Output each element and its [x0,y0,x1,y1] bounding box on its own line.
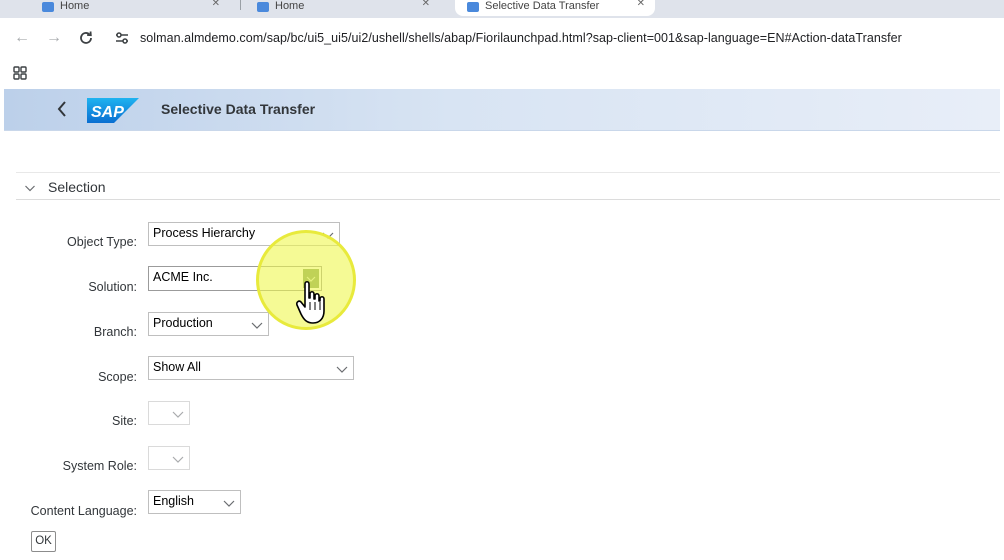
page-title: Selective Data Transfer [161,101,316,117]
tab-label: Home [60,0,90,12]
section-header-selection[interactable]: Selection [16,176,1000,200]
tab-label: Home [275,0,305,12]
url-field[interactable]: solman.almdemo.com/sap/bc/ui5_ui5/ui2/us… [140,31,902,45]
tab-favicon-icon [42,2,54,12]
chevron-down-icon[interactable] [24,181,36,193]
chevron-down-icon[interactable] [221,495,237,511]
new-tab-button[interactable] [664,0,688,16]
reload-icon[interactable] [76,28,96,48]
tab-favicon-icon [467,2,479,12]
tab-favicon-icon [257,2,269,12]
site-info-icon[interactable] [114,30,130,46]
forward-icon[interactable]: → [44,28,64,48]
solution-value: ACME Inc. [153,270,213,284]
shell-bar: SAP Selective Data Transfer [4,89,1000,131]
chevron-down-icon[interactable] [170,451,186,467]
scope-label: Scope: [98,370,137,384]
sap-logo-text: SAP [91,104,124,121]
branch-label: Branch: [93,325,137,339]
chevron-down-icon[interactable] [249,317,265,333]
section-title: Selection [48,179,106,195]
chevron-down-icon[interactable] [170,406,186,422]
object-type-value: Process Hierarchy [153,226,256,240]
scope-select[interactable]: Show All [148,356,354,380]
apps-icon[interactable] [13,66,27,80]
divider [16,172,1000,173]
branch-select[interactable]: Production [148,312,269,336]
content-language-select[interactable]: English [148,490,241,514]
browser-tab[interactable]: Home ✕ [30,0,230,16]
back-icon[interactable]: ← [12,28,32,48]
tab-label: Selective Data Transfer [485,0,600,12]
tab-separator [240,0,241,10]
content-language-value: English [153,494,194,508]
scope-value: Show All [153,360,201,374]
address-bar: ← → solman.almdemo.com/sap/bc/ui5_ui5/ui… [0,18,1004,58]
close-icon[interactable]: ✕ [422,0,430,9]
close-icon[interactable]: ✕ [212,0,220,9]
branch-value: Production [153,316,213,330]
solution-label: Solution: [88,280,137,294]
system-role-label: System Role: [62,459,137,473]
ok-button[interactable]: OK [31,531,56,552]
hand-cursor-icon [294,278,334,328]
close-icon[interactable]: ✕ [637,0,645,9]
site-select[interactable] [148,401,190,425]
system-role-select[interactable] [148,446,190,470]
browser-tab[interactable]: Home ✕ [245,0,440,16]
bookmarks-bar [0,58,1004,88]
object-type-label: Object Type: [67,235,137,249]
shell-back-icon[interactable] [52,98,72,120]
content-language-label: Content Language: [30,504,137,518]
sap-logo[interactable]: SAP [87,98,139,123]
site-label: Site: [111,414,137,428]
browser-tab-active[interactable]: Selective Data Transfer ✕ [455,0,655,16]
chevron-down-icon[interactable] [334,361,350,377]
browser-tab-strip: Home ✕ Home ✕ Selective Data Transfer ✕ [0,0,1004,18]
